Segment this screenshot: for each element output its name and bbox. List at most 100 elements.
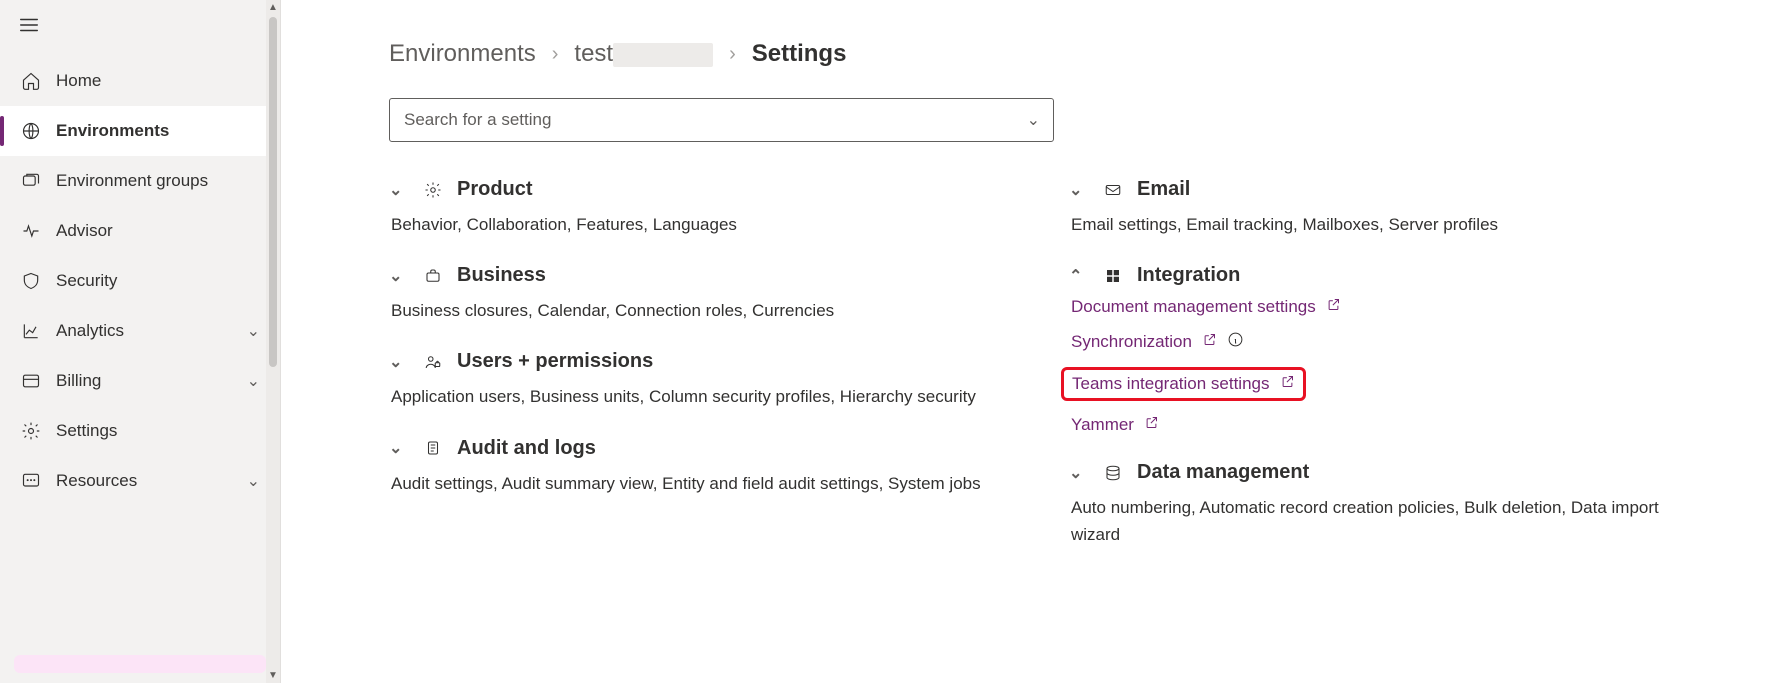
settings-right-column: ⌄ Email Email settings, Email tracking, …	[1069, 178, 1709, 575]
chevron-up-icon: ⌃	[1069, 266, 1089, 286]
link-teams-integration-link[interactable]: Teams integration settings	[1072, 374, 1270, 394]
shield-icon	[20, 270, 42, 292]
chevron-down-icon: ⌄	[389, 438, 409, 458]
breadcrumb: Environments › test › Settings	[389, 40, 1709, 68]
link-yammer: Yammer	[1071, 415, 1709, 435]
sidebar-item-analytics[interactable]: Analytics ⌄	[0, 306, 280, 356]
breadcrumb-current: Settings	[752, 40, 847, 68]
chevron-down-icon: ⌄	[389, 352, 409, 372]
external-link-icon	[1202, 332, 1217, 352]
sidebar-item-label: Security	[56, 271, 117, 291]
section-integration: ⌃ Integration Document management settin…	[1069, 264, 1709, 435]
sidebar-item-advisor[interactable]: Advisor	[0, 206, 280, 256]
database-icon	[1103, 463, 1123, 483]
section-title: Data management	[1137, 461, 1309, 484]
section-title: Email	[1137, 178, 1190, 201]
sidebar-item-environment-groups[interactable]: Environment groups	[0, 156, 280, 206]
section-subtext: Audit settings, Audit summary view, Enti…	[389, 470, 1029, 497]
search-input[interactable]	[389, 98, 1054, 142]
resources-icon	[20, 470, 42, 492]
gear-icon	[423, 180, 443, 200]
briefcase-icon	[423, 266, 443, 286]
sidebar-scrollbar[interactable]: ▲ ▼	[266, 0, 280, 683]
section-title: Product	[457, 178, 533, 201]
link-synchronization-link[interactable]: Synchronization	[1071, 332, 1192, 352]
sidebar-footer	[0, 645, 280, 683]
chevron-down-icon: ⌄	[247, 371, 260, 391]
section-product: ⌄ Product Behavior, Collaboration, Featu…	[389, 178, 1029, 238]
section-title: Users + permissions	[457, 350, 653, 373]
section-title: Business	[457, 264, 546, 287]
sidebar-item-label: Environments	[56, 121, 169, 141]
gear-icon	[20, 420, 42, 442]
main-content: Environments › test › Settings ⌄ ⌄	[281, 0, 1769, 683]
chevron-right-icon: ›	[552, 43, 559, 66]
sidebar-item-billing[interactable]: Billing ⌄	[0, 356, 280, 406]
chevron-down-icon: ⌄	[247, 471, 260, 491]
sidebar-nav: Home Environments Environment groups Adv…	[0, 56, 280, 645]
search-wrapper: ⌄	[389, 98, 1054, 142]
section-subtext: Behavior, Collaboration, Features, Langu…	[389, 211, 1029, 238]
section-business-header[interactable]: ⌄ Business	[389, 264, 1029, 287]
chevron-right-icon: ›	[729, 43, 736, 66]
chart-icon	[20, 320, 42, 342]
section-integration-header[interactable]: ⌃ Integration	[1069, 264, 1709, 287]
chevron-down-icon: ⌄	[1069, 180, 1089, 200]
breadcrumb-environments[interactable]: Environments	[389, 40, 536, 68]
chevron-down-icon: ⌄	[389, 180, 409, 200]
hamburger-menu-button[interactable]	[0, 0, 280, 56]
section-audit-header[interactable]: ⌄ Audit and logs	[389, 437, 1029, 460]
section-audit-logs: ⌄ Audit and logs Audit settings, Audit s…	[389, 437, 1029, 497]
sidebar-item-label: Settings	[56, 421, 117, 441]
external-link-icon	[1280, 374, 1295, 394]
sidebar-item-resources[interactable]: Resources ⌄	[0, 456, 280, 506]
home-icon	[20, 70, 42, 92]
section-title: Audit and logs	[457, 437, 596, 460]
link-yammer-link[interactable]: Yammer	[1071, 415, 1134, 435]
promo-card[interactable]	[14, 655, 266, 673]
people-lock-icon	[423, 352, 443, 372]
section-subtext: Business closures, Calendar, Connection …	[389, 297, 1029, 324]
section-users-permissions: ⌄ Users + permissions Application users,…	[389, 350, 1029, 410]
sidebar-item-label: Billing	[56, 371, 101, 391]
sidebar-item-security[interactable]: Security	[0, 256, 280, 306]
scroll-up-arrow-icon[interactable]: ▲	[268, 0, 278, 15]
section-subtext: Application users, Business units, Colum…	[389, 383, 1029, 410]
sidebar-item-label: Home	[56, 71, 101, 91]
sidebar-item-settings[interactable]: Settings	[0, 406, 280, 456]
integration-links: Document management settings Synchroniza…	[1069, 297, 1709, 435]
section-subtext: Auto numbering, Automatic record creatio…	[1069, 494, 1709, 548]
section-email: ⌄ Email Email settings, Email tracking, …	[1069, 178, 1709, 238]
sidebar-item-environments[interactable]: Environments	[0, 106, 280, 156]
breadcrumb-env-name[interactable]: test	[574, 40, 713, 68]
link-teams-integration: Teams integration settings	[1071, 367, 1709, 401]
section-title: Integration	[1137, 264, 1240, 287]
sidebar-item-label: Environment groups	[56, 171, 208, 191]
pulse-icon	[20, 220, 42, 242]
section-data-header[interactable]: ⌄ Data management	[1069, 461, 1709, 484]
scroll-down-arrow-icon[interactable]: ▼	[268, 668, 278, 683]
section-email-header[interactable]: ⌄ Email	[1069, 178, 1709, 201]
billing-icon	[20, 370, 42, 392]
scrollbar-thumb[interactable]	[269, 17, 277, 367]
chevron-down-icon: ⌄	[247, 321, 260, 341]
external-link-icon	[1326, 297, 1341, 317]
info-icon[interactable]	[1227, 331, 1244, 353]
settings-left-column: ⌄ Product Behavior, Collaboration, Featu…	[389, 178, 1029, 575]
external-link-icon	[1144, 415, 1159, 435]
redacted-block	[613, 43, 713, 67]
section-product-header[interactable]: ⌄ Product	[389, 178, 1029, 201]
breadcrumb-env-name-text: test	[574, 40, 613, 67]
section-users-header[interactable]: ⌄ Users + permissions	[389, 350, 1029, 373]
sidebar: Home Environments Environment groups Adv…	[0, 0, 281, 683]
section-business: ⌄ Business Business closures, Calendar, …	[389, 264, 1029, 324]
sidebar-item-home[interactable]: Home	[0, 56, 280, 106]
chevron-down-icon: ⌄	[1069, 463, 1089, 483]
link-document-management: Document management settings	[1071, 297, 1709, 317]
mail-icon	[1103, 180, 1123, 200]
sidebar-item-label: Analytics	[56, 321, 124, 341]
chevron-down-icon: ⌄	[389, 266, 409, 286]
link-document-management-link[interactable]: Document management settings	[1071, 297, 1316, 317]
windows-icon	[1103, 266, 1123, 286]
sidebar-item-label: Advisor	[56, 221, 113, 241]
